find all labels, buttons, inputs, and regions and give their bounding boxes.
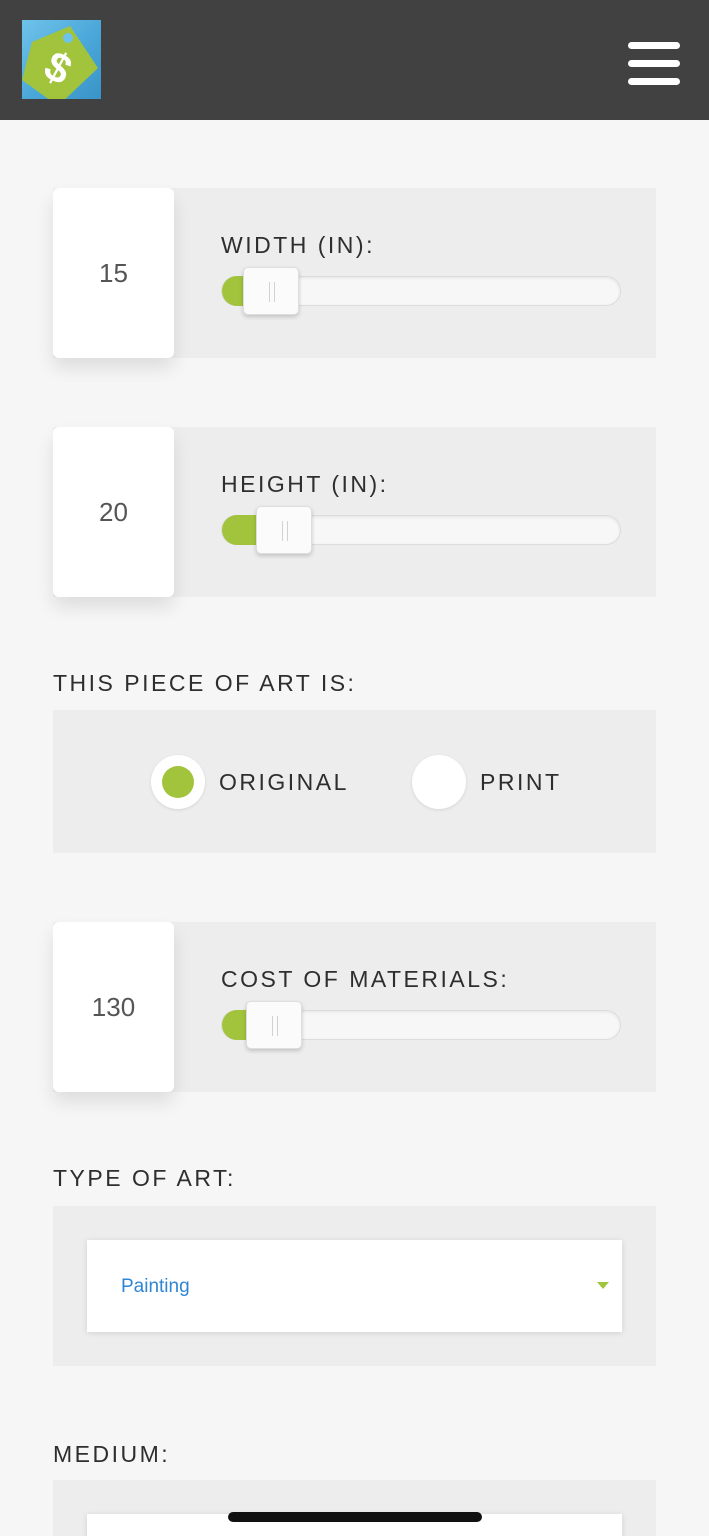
caret-down-icon [597, 1282, 609, 1289]
hamburger-menu-icon[interactable] [624, 40, 684, 88]
radio-print-circle[interactable] [412, 755, 466, 809]
materials-card: 130 COST OF MATERIALS: [53, 922, 656, 1092]
radio-original[interactable]: ORIGINAL [151, 754, 349, 810]
medium-label: MEDIUM: [53, 1441, 171, 1467]
height-slider[interactable] [221, 506, 621, 554]
home-indicator [228, 1512, 482, 1522]
materials-slider[interactable] [221, 1001, 621, 1049]
page: $ 15 WIDTH (IN): 20 HEIGHT (IN): THIS PI… [0, 0, 709, 1536]
width-card: 15 WIDTH (IN): [53, 188, 656, 358]
medium-panel [53, 1480, 656, 1536]
app-header: $ [0, 0, 709, 120]
price-tag-dollar-icon[interactable]: $ [22, 20, 101, 99]
width-value[interactable]: 15 [53, 188, 174, 358]
type-of-art-selected: Painting [121, 1276, 190, 1297]
width-slider-thumb[interactable] [243, 267, 299, 315]
radio-original-label[interactable]: ORIGINAL [219, 769, 349, 796]
art-type-label: THIS PIECE OF ART IS: [53, 670, 357, 696]
height-value[interactable]: 20 [53, 427, 174, 597]
type-of-art-select[interactable]: Painting [87, 1240, 622, 1332]
width-label: WIDTH (IN): [221, 232, 375, 258]
radio-print[interactable]: PRINT [412, 754, 562, 810]
radio-print-label[interactable]: PRINT [480, 769, 562, 796]
height-label: HEIGHT (IN): [221, 471, 389, 497]
type-of-art-panel: Painting [53, 1206, 656, 1366]
height-card: 20 HEIGHT (IN): [53, 427, 656, 597]
radio-original-circle[interactable] [151, 755, 205, 809]
materials-label: COST OF MATERIALS: [221, 966, 510, 992]
materials-value[interactable]: 130 [53, 922, 174, 1092]
width-slider[interactable] [221, 267, 621, 315]
art-type-radio-group: ORIGINAL PRINT [53, 710, 656, 853]
type-of-art-label: TYPE OF ART: [53, 1165, 236, 1191]
height-slider-thumb[interactable] [256, 506, 312, 554]
materials-slider-thumb[interactable] [246, 1001, 302, 1049]
